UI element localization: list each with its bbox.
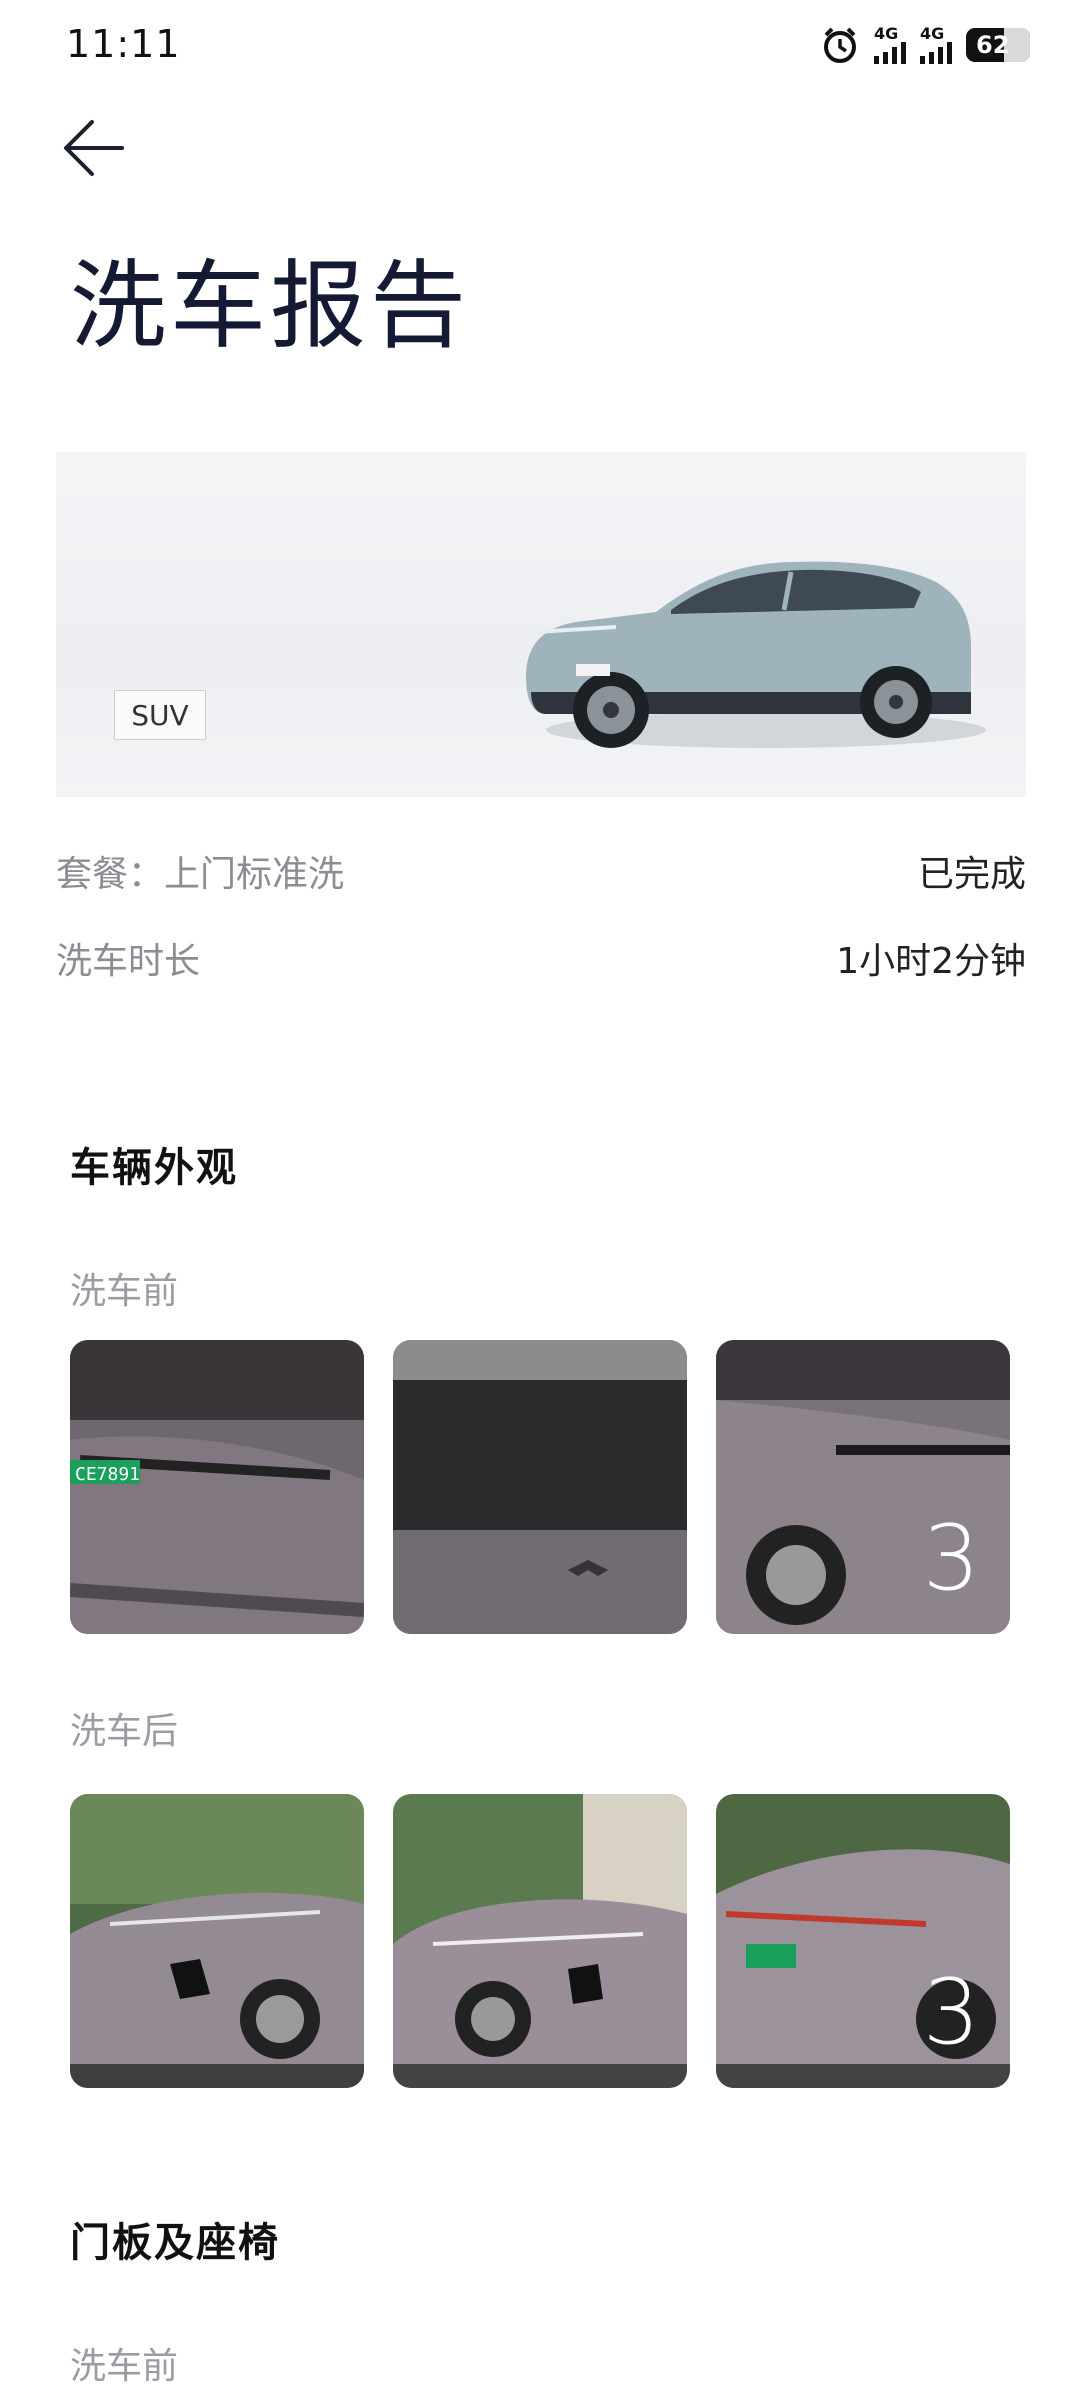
section-title-exterior: 车辆外观 — [70, 1145, 238, 1191]
photo-image: CE7891 — [70, 1340, 364, 1634]
package-status: 已完成 — [917, 854, 1026, 895]
after-photo[interactable] — [70, 1794, 364, 2088]
plate-text: CE7891 — [75, 1464, 140, 1485]
before-photo[interactable] — [393, 1340, 687, 1634]
vehicle-image — [526, 561, 986, 748]
photo-count: 3 — [922, 1960, 980, 2065]
duration-value: 1小时2分钟 — [836, 941, 1026, 982]
status-time: 11:11 — [66, 22, 181, 66]
network-label: 4G — [874, 24, 899, 43]
after-photo[interactable] — [393, 1794, 687, 2088]
alarm-icon — [824, 27, 856, 63]
signal-icon: 4G — [874, 26, 906, 64]
back-arrow-icon — [64, 120, 124, 176]
status-icons: 4G 4G 62 — [820, 20, 1030, 70]
before-photo[interactable]: CE7891 — [70, 1340, 364, 1634]
back-button[interactable] — [60, 112, 132, 184]
duration-label: 洗车时长 — [56, 941, 201, 982]
photo-image — [393, 1340, 687, 1634]
before-wash-label: 洗车前 — [70, 2346, 179, 2387]
signal-icon: 4G — [920, 26, 952, 64]
network-label: 4G — [920, 24, 945, 43]
vehicle-card — [56, 452, 1026, 797]
photo-image — [393, 1794, 687, 2088]
battery-icon: 62 — [966, 28, 1030, 62]
photo-image — [70, 1794, 364, 2088]
page-title: 洗车报告 — [70, 250, 470, 362]
before-wash-label: 洗车前 — [70, 1271, 179, 1312]
after-photo-more[interactable]: 3 — [716, 1794, 1010, 2088]
package-label: 套餐：上门标准洗 — [56, 854, 345, 895]
photo-count: 3 — [922, 1506, 980, 1611]
vehicle-type-tag: SUV — [114, 690, 206, 740]
after-wash-label: 洗车后 — [70, 1711, 179, 1752]
section-title-doors-seats: 门板及座椅 — [70, 2220, 280, 2266]
before-photo-more[interactable]: 3 — [716, 1340, 1010, 1634]
